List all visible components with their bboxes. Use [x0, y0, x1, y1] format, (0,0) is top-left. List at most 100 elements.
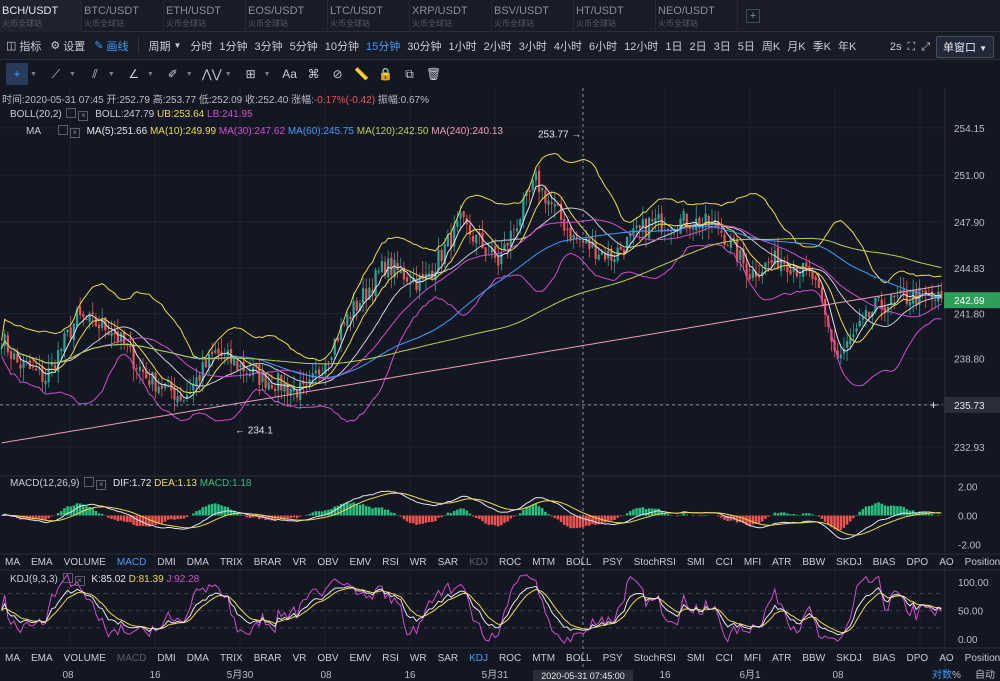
indicator-tab[interactable]: MTM: [532, 653, 555, 664]
indicator-tab[interactable]: DMI: [157, 653, 175, 664]
period-option[interactable]: 15分钟: [366, 38, 400, 54]
refresh-interval[interactable]: 2s: [890, 41, 902, 53]
indicator-tab[interactable]: WR: [410, 557, 427, 568]
indicator-tab[interactable]: KDJ: [469, 653, 488, 664]
brush-tool-icon[interactable]: ✐: [162, 63, 184, 85]
caret-down-icon[interactable]: ▼: [69, 71, 76, 78]
indicator-tab[interactable]: DPO: [907, 557, 929, 568]
period-option[interactable]: 月K: [787, 38, 805, 54]
period-dropdown[interactable]: 周期 ▼: [149, 38, 182, 54]
text-tool-icon[interactable]: Aa: [279, 63, 301, 85]
symbol-tab[interactable]: HT/USDT 火币全球站: [574, 0, 656, 32]
angle-tool-icon[interactable]: ∠: [123, 63, 145, 85]
parallel-channel-tool-icon[interactable]: ⫽: [84, 63, 106, 85]
indicator-tab[interactable]: BOLL: [566, 653, 592, 664]
indicator-tab[interactable]: MACD: [117, 653, 146, 664]
measure-tool-icon[interactable]: ⊞: [240, 63, 262, 85]
period-option[interactable]: 5分钟: [290, 38, 318, 54]
symbol-tab[interactable]: BSV/USDT 火币全球站: [492, 0, 574, 32]
period-option[interactable]: 分时: [190, 38, 212, 54]
indicator-tab[interactable]: RSI: [382, 557, 399, 568]
indicator-tab[interactable]: MFI: [744, 653, 761, 664]
caret-down-icon[interactable]: ▼: [30, 71, 37, 78]
indicator-tab[interactable]: VOLUME: [64, 653, 106, 664]
period-option[interactable]: 1分钟: [219, 38, 247, 54]
indicator-tab[interactable]: MTM: [532, 557, 555, 568]
indicators-button[interactable]: ◫ 指标: [6, 38, 41, 54]
indicator-tab[interactable]: RSI: [382, 653, 399, 664]
period-option[interactable]: 5日: [738, 38, 755, 54]
indicator-tab[interactable]: OBV: [317, 653, 338, 664]
period-option[interactable]: 2日: [690, 38, 707, 54]
indicator-tab[interactable]: OBV: [317, 557, 338, 568]
settings-icon[interactable]: [66, 108, 77, 118]
indicator-tab[interactable]: ATR: [772, 557, 791, 568]
indicator-tab[interactable]: DMI: [157, 557, 175, 568]
indicator-tab[interactable]: EMV: [350, 653, 372, 664]
period-option[interactable]: 4小时: [554, 38, 582, 54]
magnet-tool-icon[interactable]: ⌘: [303, 63, 325, 85]
caret-down-icon[interactable]: ▼: [186, 71, 193, 78]
crosshair-tool-icon[interactable]: +: [6, 63, 28, 85]
indicator-tab[interactable]: StochRSI: [634, 557, 676, 568]
add-tab-button[interactable]: +: [746, 9, 760, 23]
ruler-tool-icon[interactable]: 📏: [351, 63, 373, 85]
symbol-tab[interactable]: NEO/USDT 火币全球站: [656, 0, 738, 32]
symbol-tab[interactable]: LTC/USDT 火币全球站: [328, 0, 410, 32]
indicator-tab[interactable]: BRAR: [254, 557, 282, 568]
settings-icon[interactable]: [62, 573, 73, 583]
indicator-tab[interactable]: MFI: [744, 557, 761, 568]
indicator-tab[interactable]: AO: [939, 557, 953, 568]
fullscreen-icon[interactable]: ⛶: [908, 41, 916, 54]
indicator-tab[interactable]: BBW: [802, 557, 825, 568]
expand-icon[interactable]: ⤢: [921, 41, 930, 54]
period-option[interactable]: 季K: [813, 38, 831, 54]
duplicate-icon[interactable]: ⧉: [399, 63, 421, 85]
close-icon[interactable]: ×: [78, 111, 89, 121]
indicator-tab[interactable]: EMA: [31, 557, 53, 568]
settings-button[interactable]: ⚙ 设置: [50, 38, 85, 54]
indicator-tab[interactable]: SAR: [438, 653, 459, 664]
indicator-tab[interactable]: AO: [939, 653, 953, 664]
indicator-tab[interactable]: SAR: [438, 557, 459, 568]
period-option[interactable]: 3小时: [519, 38, 547, 54]
indicator-tab[interactable]: MACD: [117, 557, 146, 568]
period-option[interactable]: 3分钟: [255, 38, 283, 54]
lock-drawings-icon[interactable]: 🔒: [375, 63, 397, 85]
period-option[interactable]: 2小时: [484, 38, 512, 54]
indicator-tab[interactable]: MA: [5, 557, 20, 568]
indicator-tab[interactable]: MA: [5, 653, 20, 664]
hide-drawings-icon[interactable]: ⊘: [327, 63, 349, 85]
indicator-tab[interactable]: CCI: [716, 653, 733, 664]
indicator-tab[interactable]: DMA: [187, 653, 209, 664]
pattern-tool-icon[interactable]: ⋀⋁: [201, 63, 223, 85]
symbol-tab[interactable]: XRP/USDT 火币全球站: [410, 0, 492, 32]
window-mode-select[interactable]: 单窗口 ▼: [936, 36, 994, 58]
indicator-tab[interactable]: SMI: [687, 653, 705, 664]
caret-down-icon[interactable]: ▼: [225, 71, 232, 78]
caret-down-icon[interactable]: ▼: [147, 71, 154, 78]
chart-area[interactable]: 254.15 251.00 247.90 244.83 241.80 238.80 235.…: [0, 88, 1000, 681]
settings-icon[interactable]: [57, 125, 68, 135]
symbol-tab[interactable]: ETH/USDT 火币全球站: [164, 0, 246, 32]
indicator-tab[interactable]: BBW: [802, 653, 825, 664]
symbol-tab[interactable]: BCH/USDT 火币全球站: [0, 0, 82, 32]
indicator-tab[interactable]: EMV: [350, 557, 372, 568]
indicator-tab[interactable]: PSY: [603, 653, 623, 664]
close-icon[interactable]: ×: [69, 128, 80, 138]
close-icon[interactable]: ×: [96, 480, 107, 490]
draw-button[interactable]: ✎ 画线: [94, 38, 128, 54]
indicator-tab[interactable]: DPO: [907, 653, 929, 664]
period-option[interactable]: 年K: [838, 38, 856, 54]
indicator-tab[interactable]: CCI: [716, 557, 733, 568]
period-option[interactable]: 3日: [714, 38, 731, 54]
indicator-tab[interactable]: BIAS: [873, 557, 896, 568]
indicator-tab[interactable]: EMA: [31, 653, 53, 664]
period-option[interactable]: 周K: [762, 38, 780, 54]
indicator-tab[interactable]: SKDJ: [836, 653, 862, 664]
period-option[interactable]: 6小时: [589, 38, 617, 54]
indicator-tab[interactable]: ATR: [772, 653, 791, 664]
indicator-tab[interactable]: DMA: [187, 557, 209, 568]
trend-line-tool-icon[interactable]: ⟋: [45, 63, 67, 85]
indicator-tab[interactable]: SKDJ: [836, 557, 862, 568]
